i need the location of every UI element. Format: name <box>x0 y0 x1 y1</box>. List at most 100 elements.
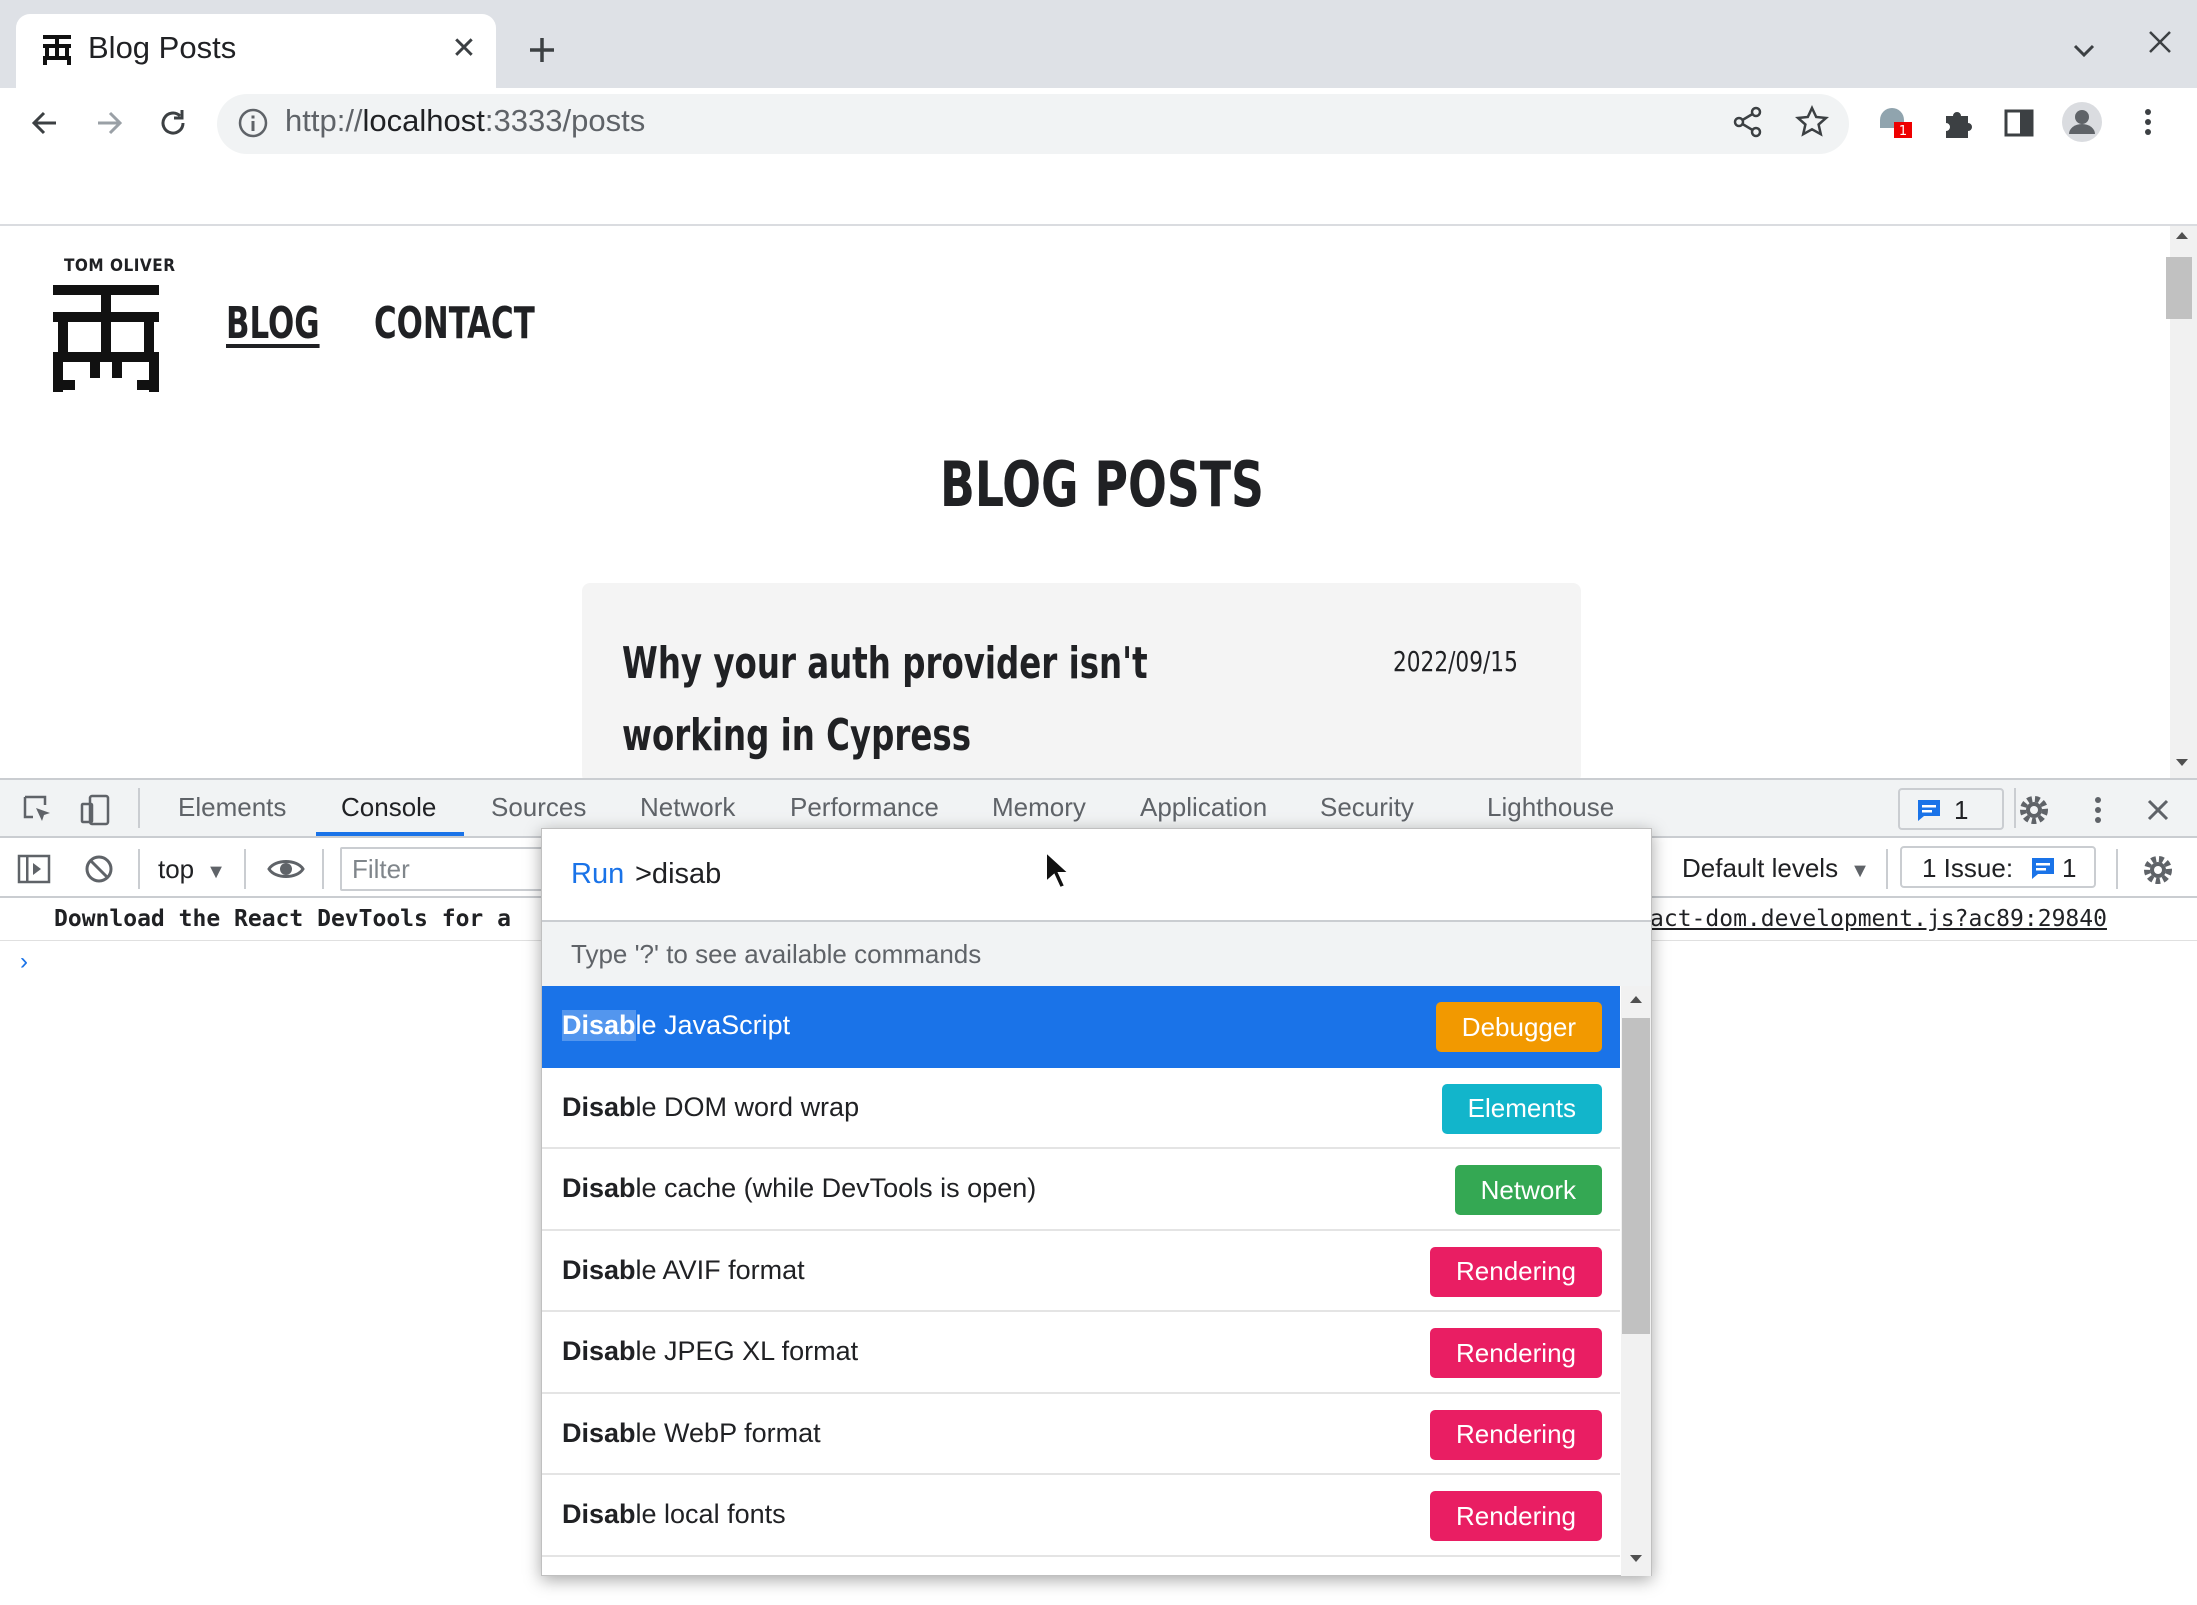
dropdown-arrow-icon: ▼ <box>206 861 226 883</box>
settings-gear-icon[interactable] <box>2016 792 2052 828</box>
log-levels-label: Default levels <box>1682 853 1839 883</box>
command-label: le JavaScript <box>635 1010 791 1041</box>
tab-console[interactable]: Console <box>341 792 436 823</box>
command-label: le DOM word wrap <box>635 1091 860 1122</box>
message-icon <box>1918 800 1940 821</box>
share-icon[interactable] <box>1730 104 1766 140</box>
side-panel-icon[interactable] <box>2000 104 2038 142</box>
forward-icon[interactable] <box>90 104 128 142</box>
tab-security[interactable]: Security <box>1320 792 1414 823</box>
command-label: le JPEG XL format <box>635 1336 859 1367</box>
scroll-up-arrow-icon[interactable] <box>2170 228 2194 242</box>
page-title: BLOG POSTS <box>940 448 1264 521</box>
issues-count: 1 <box>2062 853 2077 883</box>
console-prompt-icon[interactable]: › <box>20 948 28 976</box>
dropdown-arrow-icon: ▼ <box>1850 860 1870 882</box>
command-match: Disab <box>562 1173 636 1204</box>
tab-memory[interactable]: Memory <box>992 792 1086 823</box>
new-tab-icon[interactable] <box>520 28 564 72</box>
post-date: 2022/09/15 <box>1393 645 1518 678</box>
console-settings-gear-icon[interactable] <box>2140 852 2176 888</box>
toolbar-separator <box>2116 849 2118 889</box>
command-input[interactable]: >disab <box>635 858 721 891</box>
reload-icon[interactable] <box>154 104 192 142</box>
window-close-icon[interactable] <box>2140 22 2180 62</box>
brand-logo-icon[interactable] <box>50 282 162 394</box>
filter-placeholder: Filter <box>352 854 410 884</box>
nav-link-contact[interactable]: CONTACT <box>374 298 535 349</box>
command-label: le local fonts <box>635 1499 786 1530</box>
command-match: Disab <box>562 1417 636 1448</box>
command-label: le WebP format <box>635 1417 821 1448</box>
url-text[interactable]: http://localhost:3333/posts <box>285 103 645 139</box>
profile-avatar-icon[interactable] <box>2060 100 2104 144</box>
clear-console-icon[interactable] <box>82 852 116 886</box>
inspect-element-icon[interactable] <box>20 792 56 828</box>
console-message: Download the React DevTools for a <box>54 906 511 932</box>
command-item-disable-webp[interactable]: Disab le WebP format Rendering <box>542 1394 1620 1475</box>
extensions-puzzle-icon[interactable] <box>1938 104 1976 142</box>
brand-name: TOM OLIVER <box>64 256 176 276</box>
category-badge: Rendering <box>1430 1328 1602 1378</box>
command-prefix: Run <box>571 858 625 890</box>
log-levels-dropdown[interactable]: Default levels ▼ <box>1682 853 1870 884</box>
command-item-disable-dom-word-wrap[interactable]: Disab le DOM word wrap Elements <box>542 1068 1620 1149</box>
scroll-down-arrow-icon[interactable] <box>2170 756 2194 770</box>
tab-elements[interactable]: Elements <box>178 792 286 823</box>
console-source-link[interactable]: act-dom.development.js?ac89:29840 <box>1650 906 2107 932</box>
devtools-more-icon[interactable] <box>2080 792 2116 828</box>
toolbar-separator <box>138 788 140 828</box>
tab-application[interactable]: Application <box>1140 792 1267 823</box>
messages-badge[interactable]: 1 <box>1898 788 2004 830</box>
nav-link-blog[interactable]: BLOG <box>226 298 320 349</box>
command-match: Disab <box>562 1010 636 1042</box>
scroll-up-arrow-icon[interactable] <box>1624 992 1648 1006</box>
tab-lighthouse[interactable]: Lighthouse <box>1487 792 1614 823</box>
site-info-icon[interactable] <box>236 106 270 140</box>
command-item-disable-javascript[interactable]: Disab le JavaScript Debugger <box>542 986 1620 1068</box>
command-hint: Type '?' to see available commands <box>571 939 982 969</box>
url-path: :3333/posts <box>484 103 646 138</box>
url-scheme: http:// <box>285 103 363 138</box>
post-title[interactable]: Why your auth provider isn't working in … <box>622 628 1245 772</box>
category-badge: Network <box>1454 1165 1602 1215</box>
context-selector[interactable]: top ▼ <box>158 854 226 885</box>
tab-network[interactable]: Network <box>640 792 735 823</box>
command-label: le cache (while DevTools is open) <box>635 1173 1037 1204</box>
live-expression-eye-icon[interactable] <box>266 852 306 886</box>
url-host: localhost <box>362 103 485 138</box>
category-badge: Rendering <box>1430 1246 1602 1297</box>
category-badge: Elements <box>1441 1083 1602 1134</box>
active-tab-indicator <box>316 832 464 836</box>
bookmark-star-icon[interactable] <box>1794 104 1830 140</box>
scroll-down-arrow-icon[interactable] <box>1624 1552 1648 1566</box>
messages-count: 1 <box>1954 795 1969 825</box>
page-scrollbar-thumb[interactable] <box>2166 257 2192 319</box>
mouse-cursor-icon <box>1045 850 1070 890</box>
command-list: Disab le JavaScript Debugger Disab le DOM … <box>542 986 1620 1576</box>
command-item-disable-avif[interactable]: Disab le AVIF format Rendering <box>542 1231 1620 1312</box>
tab-search-chevron-icon[interactable] <box>2064 30 2104 70</box>
command-label: le AVIF format <box>635 1254 805 1285</box>
tab-close-icon[interactable]: ✕ <box>446 30 482 66</box>
context-value: top <box>158 854 195 884</box>
devtools-close-icon[interactable] <box>2140 792 2176 828</box>
category-badge: Rendering <box>1430 1491 1602 1541</box>
browser-menu-icon[interactable] <box>2130 104 2166 140</box>
toolbar-separator <box>322 849 324 889</box>
toolbar-separator <box>1886 849 1888 889</box>
bookmarks-bar <box>0 166 2197 226</box>
issues-label: 1 Issue: <box>1922 853 2014 883</box>
extension-icon[interactable]: 1 <box>1874 100 1920 146</box>
device-toolbar-icon[interactable] <box>78 792 114 828</box>
command-item-disable-jpeg-xl[interactable]: Disab le JPEG XL format Rendering <box>542 1312 1620 1394</box>
back-icon[interactable] <box>26 104 64 142</box>
tab-performance[interactable]: Performance <box>790 792 939 823</box>
tab-sources[interactable]: Sources <box>491 792 586 823</box>
issue-message-icon <box>2032 858 2054 879</box>
command-item-disable-local-fonts[interactable]: Disab le local fonts Rendering <box>542 1475 1620 1557</box>
command-item-disable-cache[interactable]: Disab le cache (while DevTools is open) N… <box>542 1149 1620 1231</box>
command-list-scrollbar-thumb[interactable] <box>1622 1018 1650 1334</box>
show-sidebar-icon[interactable] <box>16 852 52 886</box>
command-match: Disab <box>562 1091 636 1122</box>
